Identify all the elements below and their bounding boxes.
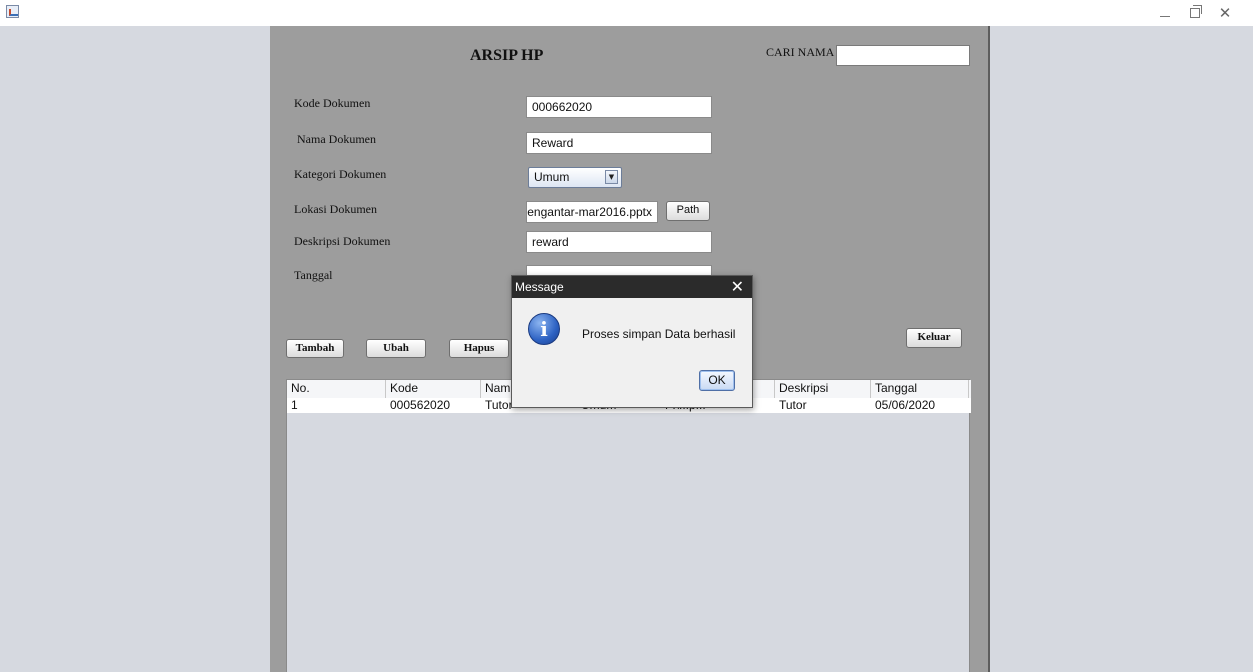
nama-field[interactable]: Reward xyxy=(526,132,712,154)
ubah-button[interactable]: Ubah xyxy=(366,339,426,358)
kode-field[interactable]: 000662020 xyxy=(526,96,712,118)
dialog-titlebar[interactable]: Message ✕ xyxy=(512,276,752,298)
table-cell: 1 xyxy=(291,398,298,412)
hapus-button[interactable]: Hapus xyxy=(449,339,509,358)
lokasi-field[interactable]: pengantar-mar2016.pptx xyxy=(526,201,658,223)
java-app-icon xyxy=(6,5,19,18)
app-title: ARSIP HP xyxy=(470,47,544,64)
search-input[interactable] xyxy=(836,45,970,66)
table-cell: Tutor xyxy=(779,398,807,412)
ok-button[interactable]: OK xyxy=(699,370,735,391)
lokasi-value: pengantar-mar2016.pptx xyxy=(526,205,652,219)
column-header[interactable]: No. xyxy=(287,380,386,398)
dialog-title: Message xyxy=(515,280,564,294)
column-header[interactable]: Tanggal xyxy=(871,380,969,398)
kategori-combobox[interactable]: Umum ▼ xyxy=(528,167,622,188)
tambah-button[interactable]: Tambah xyxy=(286,339,344,358)
table-cell: 000562020 xyxy=(390,398,451,412)
restore-icon[interactable] xyxy=(1180,0,1210,26)
message-dialog: Message ✕ i Proses simpan Data berhasil … xyxy=(511,275,753,408)
nama-label: Nama Dokumen xyxy=(297,132,376,146)
panel-right-border xyxy=(988,26,990,672)
dropdown-arrow-icon[interactable]: ▼ xyxy=(605,170,618,184)
deskripsi-label: Deskripsi Dokumen xyxy=(294,234,391,248)
search-label: CARI NAMA xyxy=(766,45,835,59)
close-icon[interactable]: ✕ xyxy=(731,277,744,297)
kategori-label: Kategori Dokumen xyxy=(294,167,387,181)
keluar-button[interactable]: Keluar xyxy=(906,328,962,348)
lokasi-label: Lokasi Dokumen xyxy=(294,202,377,216)
tanggal-label: Tanggal xyxy=(294,268,333,282)
close-icon[interactable]: ✕ xyxy=(1210,0,1240,26)
column-header[interactable]: Kode xyxy=(386,380,481,398)
kategori-selected-value: Umum xyxy=(534,170,570,184)
kode-label: Kode Dokumen xyxy=(294,96,371,110)
minimize-icon[interactable] xyxy=(1150,0,1180,26)
documents-table[interactable]: No. Kode Nam Deskripsi Tanggal 1 0005620… xyxy=(286,379,971,672)
path-button[interactable]: Path xyxy=(666,201,710,221)
info-icon: i xyxy=(528,313,560,345)
column-header[interactable]: Deskripsi xyxy=(775,380,871,398)
dialog-message: Proses simpan Data berhasil xyxy=(582,327,736,341)
window-titlebar: ✕ xyxy=(0,0,1253,26)
deskripsi-field[interactable]: reward xyxy=(526,231,712,253)
table-cell: 05/06/2020 xyxy=(875,398,936,412)
